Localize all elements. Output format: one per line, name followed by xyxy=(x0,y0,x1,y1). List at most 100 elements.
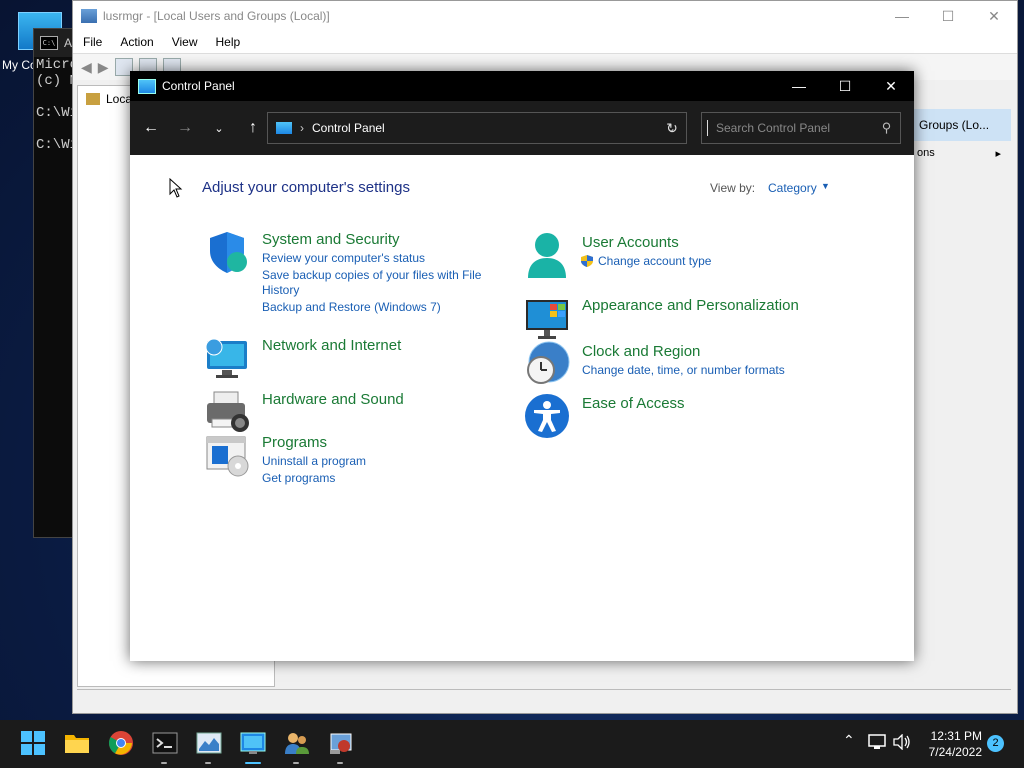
lusrmgr-icon[interactable] xyxy=(328,730,354,756)
task-manager-icon[interactable] xyxy=(196,730,222,756)
category-hardware-sound: Hardware and Sound xyxy=(204,389,404,435)
notification-badge[interactable]: 2 xyxy=(987,735,1004,752)
get-programs-link[interactable]: Get programs xyxy=(262,471,366,485)
desktop-icon-label: My Co xyxy=(2,58,37,72)
status-bar xyxy=(77,689,1011,708)
category-title[interactable]: Appearance and Personalization xyxy=(582,297,799,314)
menu-view[interactable]: View xyxy=(172,35,198,49)
uac-shield-icon xyxy=(581,255,593,267)
start-icon[interactable] xyxy=(20,730,46,756)
category-ease-of-access: Ease of Access xyxy=(524,393,685,439)
printer-icon xyxy=(207,391,249,432)
chevron-up-icon[interactable]: ⌃ xyxy=(843,732,855,749)
actions-header[interactable]: Groups (Lo... xyxy=(911,109,1011,141)
menu-bar: File Action View Help xyxy=(73,31,1017,54)
control-panel-icon xyxy=(276,122,292,134)
file-history-link-cont[interactable]: History xyxy=(262,283,481,297)
forward-button[interactable]: → xyxy=(168,119,202,137)
caret-down-icon[interactable]: ▼ xyxy=(821,181,830,191)
clock-globe-icon xyxy=(527,341,570,384)
minimize-button[interactable]: — xyxy=(879,8,925,25)
users-icon[interactable] xyxy=(284,730,310,756)
clock[interactable]: 12:31 PM 7/24/2022 xyxy=(912,728,982,760)
review-status-link[interactable]: Review your computer's status xyxy=(262,251,481,265)
maximize-button[interactable]: ☐ xyxy=(925,8,971,25)
running-indicator xyxy=(161,762,167,764)
cp-titlebar[interactable]: Control Panel — ☐ ✕ xyxy=(130,71,914,101)
category-programs: Programs Uninstall a program Get program… xyxy=(204,432,366,485)
category-system-security: System and Security Review your computer… xyxy=(204,229,481,314)
accessibility-icon xyxy=(525,394,569,438)
minimize-button[interactable]: — xyxy=(776,78,822,95)
category-title[interactable]: System and Security xyxy=(262,231,481,248)
change-date-formats-link[interactable]: Change date, time, or number formats xyxy=(582,363,785,377)
navigation-bar: ← → ⌄ ↑ › Control Panel ⌄ ↻ ⚲ xyxy=(130,101,914,155)
menu-help[interactable]: Help xyxy=(216,35,241,49)
search-input[interactable] xyxy=(707,120,873,136)
running-indicator xyxy=(293,762,299,764)
volume-icon[interactable] xyxy=(893,734,911,750)
maximize-button[interactable]: ☐ xyxy=(822,78,868,95)
lusrmgr-titlebar[interactable]: lusrmgr - [Local Users and Groups (Local… xyxy=(73,1,1017,31)
view-by-dropdown[interactable]: Category xyxy=(768,181,817,195)
running-indicator xyxy=(205,762,211,764)
category-title[interactable]: Network and Internet xyxy=(262,337,401,354)
file-history-link[interactable]: Save backup copies of your files with Fi… xyxy=(262,268,481,282)
clock-date: 7/24/2022 xyxy=(928,745,982,759)
programs-icon xyxy=(206,436,249,477)
close-button[interactable]: ✕ xyxy=(868,78,914,95)
breadcrumb[interactable]: Control Panel xyxy=(312,121,385,135)
control-panel-icon xyxy=(138,78,156,94)
terminal-icon[interactable] xyxy=(152,730,178,756)
category-title[interactable]: Programs xyxy=(262,434,366,451)
personalization-monitor-icon xyxy=(526,300,568,339)
cmd-title: A xyxy=(64,36,73,50)
active-indicator xyxy=(245,762,261,764)
cp-content: Adjust your computer's settings View by:… xyxy=(130,155,914,661)
taskbar: ⌃ 12:31 PM 7/24/2022 xyxy=(0,720,1024,768)
menu-action[interactable]: Action xyxy=(120,35,153,49)
actions-row-label: ons xyxy=(917,147,935,159)
clock-time: 12:31 PM xyxy=(930,729,982,743)
uninstall-program-link[interactable]: Uninstall a program xyxy=(262,454,366,468)
actions-row[interactable]: ons ▸ xyxy=(911,141,1011,160)
chevron-right-icon: ▸ xyxy=(995,148,1001,160)
folder-icon xyxy=(86,93,100,105)
shield-icon xyxy=(210,232,247,273)
cmd-icon: C:\ xyxy=(40,36,58,50)
forward-icon[interactable]: ▶ xyxy=(98,59,109,76)
control-panel-window: Control Panel — ☐ ✕ ← → ⌄ ↑ › Control Pa… xyxy=(130,71,914,661)
file-explorer-icon[interactable] xyxy=(64,730,90,756)
page-title: Adjust your computer's settings xyxy=(202,179,410,196)
category-title[interactable]: Hardware and Sound xyxy=(262,391,404,408)
up-button[interactable]: ↑ xyxy=(236,119,270,137)
back-button[interactable]: ← xyxy=(134,119,168,137)
change-account-type-link[interactable]: Change account type xyxy=(598,254,711,268)
network-icon[interactable] xyxy=(868,734,886,750)
search-box[interactable]: ⚲ xyxy=(701,112,901,144)
view-by-label: View by: xyxy=(710,181,756,195)
change-account-type-row[interactable]: Change account type xyxy=(580,254,711,268)
recent-locations-button[interactable]: ⌄ xyxy=(202,122,236,135)
backup-restore-link[interactable]: Backup and Restore (Windows 7) xyxy=(262,300,481,314)
chrome-icon[interactable] xyxy=(108,730,134,756)
category-appearance: Appearance and Personalization xyxy=(524,295,799,341)
network-globe-icon xyxy=(205,338,247,378)
refresh-button[interactable]: ↻ xyxy=(657,112,687,144)
category-title[interactable]: User Accounts xyxy=(582,234,711,251)
control-panel-icon[interactable] xyxy=(240,730,266,756)
lusrmgr-icon xyxy=(81,9,97,23)
search-icon[interactable]: ⚲ xyxy=(873,120,900,136)
category-network-internet: Network and Internet xyxy=(204,335,401,381)
close-button[interactable]: ✕ xyxy=(971,8,1017,25)
running-indicator xyxy=(337,762,343,764)
category-title[interactable]: Clock and Region xyxy=(582,343,785,360)
chevron-right-icon: › xyxy=(300,121,304,135)
lusrmgr-title: lusrmgr - [Local Users and Groups (Local… xyxy=(103,9,330,23)
cp-title: Control Panel xyxy=(162,79,235,93)
back-icon[interactable]: ◀ xyxy=(81,59,92,76)
category-clock-region: Clock and Region Change date, time, or n… xyxy=(524,341,785,387)
category-title[interactable]: Ease of Access xyxy=(582,395,685,412)
address-bar[interactable]: › Control Panel ⌄ xyxy=(267,112,687,144)
menu-file[interactable]: File xyxy=(83,35,102,49)
